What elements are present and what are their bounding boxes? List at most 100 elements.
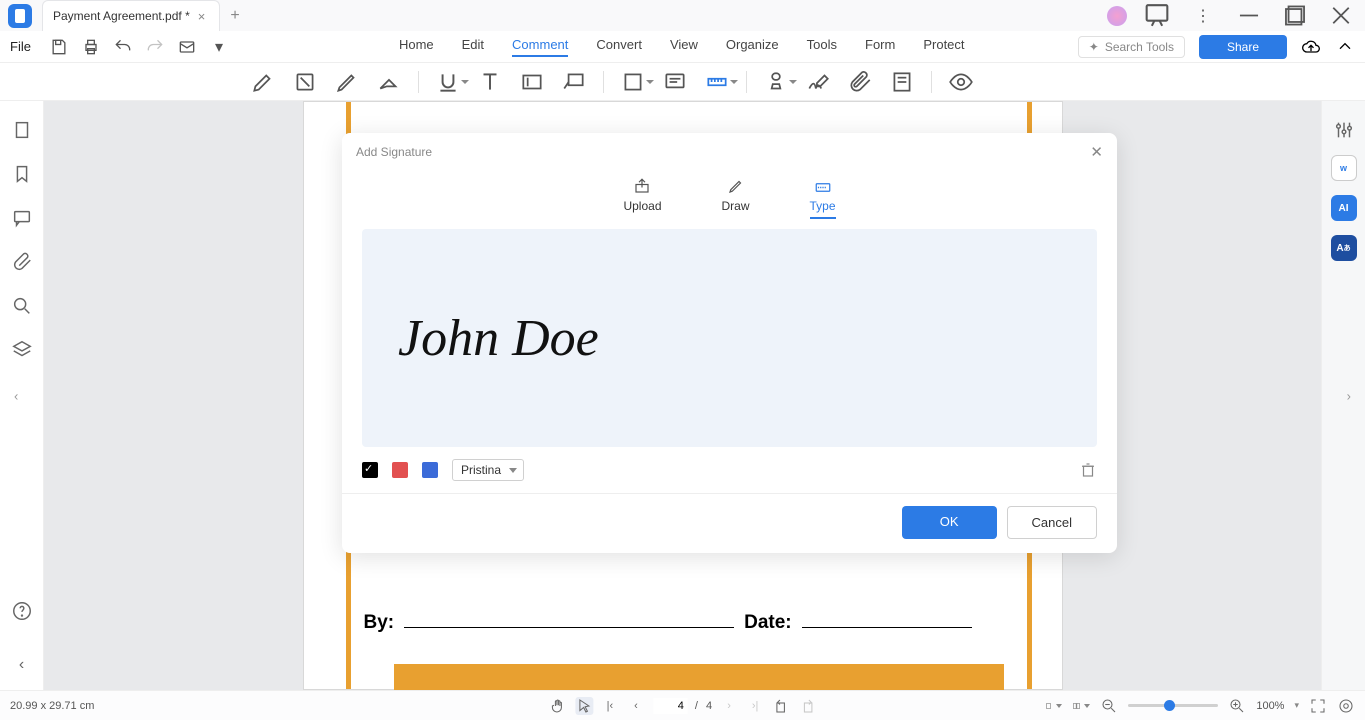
- save-icon[interactable]: [49, 37, 69, 57]
- ai-badge-icon[interactable]: AI: [1331, 195, 1357, 221]
- menu-protect[interactable]: Protect: [923, 37, 964, 57]
- word-convert-icon[interactable]: [1331, 155, 1357, 181]
- page-layout-icon[interactable]: [1044, 697, 1062, 715]
- read-aloud-icon[interactable]: [1337, 697, 1355, 715]
- close-window-icon[interactable]: [1325, 0, 1357, 31]
- select-tool-icon[interactable]: [575, 697, 593, 715]
- by-blank: [404, 627, 734, 628]
- feedback-icon[interactable]: [1141, 0, 1173, 31]
- prev-page-nav-icon[interactable]: ‹: [14, 388, 18, 403]
- menubar: File ▾ Home Edit Comment Convert View Or…: [0, 31, 1365, 63]
- avatar-icon[interactable]: [1107, 6, 1127, 26]
- settings-icon[interactable]: [1333, 119, 1355, 141]
- callout-tool-icon[interactable]: [561, 69, 587, 95]
- print-icon[interactable]: [81, 37, 101, 57]
- maximize-icon[interactable]: [1279, 0, 1311, 31]
- signature-canvas[interactable]: John Doe: [362, 229, 1097, 447]
- color-red[interactable]: [392, 462, 408, 478]
- menu-comment[interactable]: Comment: [512, 37, 568, 57]
- tab-draw[interactable]: Draw: [722, 177, 750, 219]
- toolbar-separator: [418, 71, 419, 93]
- menu-tools[interactable]: Tools: [807, 37, 837, 57]
- zoom-out-icon[interactable]: [1100, 697, 1118, 715]
- text-tool-icon[interactable]: [477, 69, 503, 95]
- eraser-tool-icon[interactable]: [376, 69, 402, 95]
- add-tab-button[interactable]: +: [230, 7, 239, 25]
- more-icon[interactable]: ⋮: [1187, 0, 1219, 31]
- menu-home[interactable]: Home: [399, 37, 434, 57]
- titlebar: Payment Agreement.pdf * × + ⋮: [0, 0, 1365, 31]
- zoom-slider[interactable]: [1128, 704, 1218, 707]
- tab-type[interactable]: Type: [810, 177, 836, 219]
- current-page-input[interactable]: [653, 698, 687, 714]
- close-dialog-icon[interactable]: ✕: [1090, 143, 1103, 161]
- layers-icon[interactable]: [11, 339, 33, 361]
- attachment-tool-icon[interactable]: [847, 69, 873, 95]
- help-icon[interactable]: [11, 600, 33, 622]
- underline-tool-icon[interactable]: [435, 69, 461, 95]
- close-tab-icon[interactable]: ×: [198, 9, 206, 24]
- document-tab[interactable]: Payment Agreement.pdf * ×: [42, 0, 220, 31]
- color-black[interactable]: [362, 462, 378, 478]
- toolbar-separator: [603, 71, 604, 93]
- zoom-dropdown-icon[interactable]: ▾: [1294, 700, 1299, 711]
- zoom-in-icon[interactable]: [1228, 697, 1246, 715]
- hand-tool-icon[interactable]: [549, 697, 567, 715]
- next-page-icon[interactable]: ›: [720, 697, 738, 715]
- cancel-button[interactable]: Cancel: [1007, 506, 1097, 539]
- stamp-tool-icon[interactable]: [763, 69, 789, 95]
- mail-icon[interactable]: [177, 37, 197, 57]
- signature-tool-icon[interactable]: [805, 69, 831, 95]
- attachments-panel-icon[interactable]: [11, 251, 33, 273]
- ok-button[interactable]: OK: [902, 506, 997, 539]
- minimize-icon[interactable]: [1233, 0, 1265, 31]
- translate-icon[interactable]: Aあ: [1331, 235, 1357, 261]
- last-page-icon[interactable]: ›|: [746, 697, 764, 715]
- menu-organize[interactable]: Organize: [726, 37, 779, 57]
- redo-icon[interactable]: [145, 37, 165, 57]
- first-page-icon[interactable]: |‹: [601, 697, 619, 715]
- highlight-tool-icon[interactable]: [250, 69, 276, 95]
- area-highlight-icon[interactable]: [292, 69, 318, 95]
- shape-tool-icon[interactable]: [620, 69, 646, 95]
- tab-upload[interactable]: Upload: [623, 177, 661, 219]
- search-tools-label: Search Tools: [1105, 40, 1174, 54]
- hide-comments-icon[interactable]: [948, 69, 974, 95]
- rotate-left-icon[interactable]: [772, 697, 790, 715]
- search-tools[interactable]: ✦ Search Tools: [1078, 36, 1185, 58]
- bookmarks-icon[interactable]: [11, 163, 33, 185]
- cloud-upload-icon[interactable]: [1301, 37, 1321, 57]
- next-page-nav-icon[interactable]: ›: [1347, 388, 1351, 403]
- statusbar: 20.99 x 29.71 cm |‹ ‹ / 4 › ›| 100% ▾: [0, 690, 1365, 720]
- textbox-tool-icon[interactable]: [519, 69, 545, 95]
- menu-form[interactable]: Form: [865, 37, 895, 57]
- menu-view[interactable]: View: [670, 37, 698, 57]
- tab-title: Payment Agreement.pdf *: [53, 9, 190, 23]
- thumbnails-icon[interactable]: [11, 119, 33, 141]
- delete-signature-icon[interactable]: [1079, 461, 1097, 479]
- font-select[interactable]: Pristina: [452, 459, 524, 481]
- note-tool-icon[interactable]: [662, 69, 688, 95]
- comment-list-icon[interactable]: [889, 69, 915, 95]
- measure-tool-icon[interactable]: [704, 69, 730, 95]
- reading-mode-icon[interactable]: [1072, 697, 1090, 715]
- quick-dropdown-icon[interactable]: ▾: [209, 37, 229, 57]
- signature-text-input[interactable]: John Doe: [398, 309, 599, 368]
- share-button[interactable]: Share: [1199, 35, 1287, 59]
- comments-panel-icon[interactable]: [11, 207, 33, 229]
- zoom-value[interactable]: 100%: [1256, 700, 1284, 712]
- undo-icon[interactable]: [113, 37, 133, 57]
- file-menu[interactable]: File: [10, 39, 31, 54]
- menu-convert[interactable]: Convert: [596, 37, 642, 57]
- collapse-left-icon[interactable]: ‹: [11, 654, 33, 676]
- prev-page-icon[interactable]: ‹: [627, 697, 645, 715]
- tab-type-label: Type: [810, 199, 836, 213]
- document-area[interactable]: By: Date: Add Signature ✕ Upload: [44, 101, 1321, 690]
- color-blue[interactable]: [422, 462, 438, 478]
- rotate-right-icon[interactable]: [798, 697, 816, 715]
- menu-edit[interactable]: Edit: [462, 37, 484, 57]
- fit-page-icon[interactable]: [1309, 697, 1327, 715]
- search-panel-icon[interactable]: [11, 295, 33, 317]
- pencil-tool-icon[interactable]: [334, 69, 360, 95]
- collapse-icon[interactable]: [1335, 37, 1355, 57]
